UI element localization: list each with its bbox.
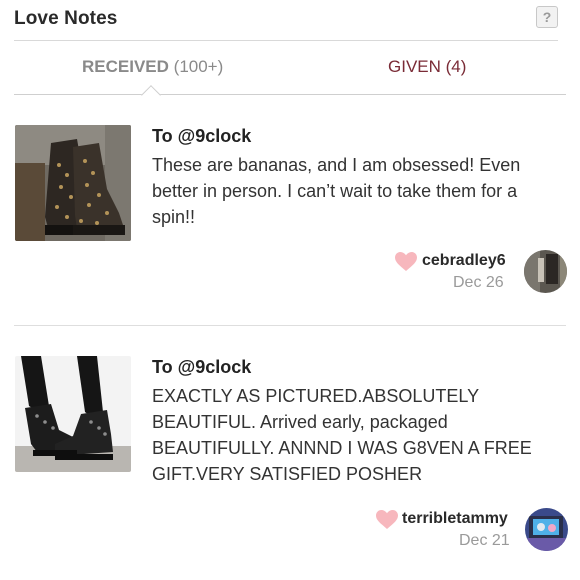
help-icon[interactable]: ? (536, 6, 558, 28)
tab-given[interactable]: GIVEN (4) (388, 57, 466, 77)
love-notes-header: Love Notes ? (14, 0, 558, 41)
note-message: EXACTLY AS PICTURED.ABSOLUTELY BEAUTIFUL… (152, 386, 532, 484)
note-author[interactable]: terribletammy (402, 510, 508, 528)
note-date: Dec 21 (459, 532, 510, 549)
tab-bar: RECEIVED (100+) GIVEN (4) (14, 41, 566, 105)
note-recipient[interactable]: To @9clock (152, 357, 251, 378)
author-avatar[interactable] (525, 508, 568, 551)
heart-icon (395, 252, 417, 272)
note-message: These are bananas, and I am obsessed! Ev… (152, 155, 521, 227)
author-avatar[interactable] (524, 250, 567, 293)
note-recipient[interactable]: To @9clock (152, 126, 251, 147)
tab-divider (14, 94, 566, 95)
tab-received[interactable]: RECEIVED (100+) (82, 57, 223, 77)
tab-received-count: (100+) (173, 57, 224, 76)
listing-thumbnail[interactable] (15, 125, 131, 241)
listing-thumbnail[interactable] (15, 356, 131, 472)
active-tab-caret (141, 85, 161, 105)
heart-icon (376, 510, 398, 530)
note-author[interactable]: cebradley6 (422, 252, 506, 270)
tab-received-label: RECEIVED (82, 57, 169, 76)
love-note-item: To @9clock EXACTLY AS PICTURED.ABSOLUTEL… (14, 340, 568, 580)
note-date: Dec 26 (453, 274, 504, 291)
page-title: Love Notes (14, 8, 118, 29)
love-note-item: To @9clock These are bananas, and I am o… (14, 110, 567, 326)
